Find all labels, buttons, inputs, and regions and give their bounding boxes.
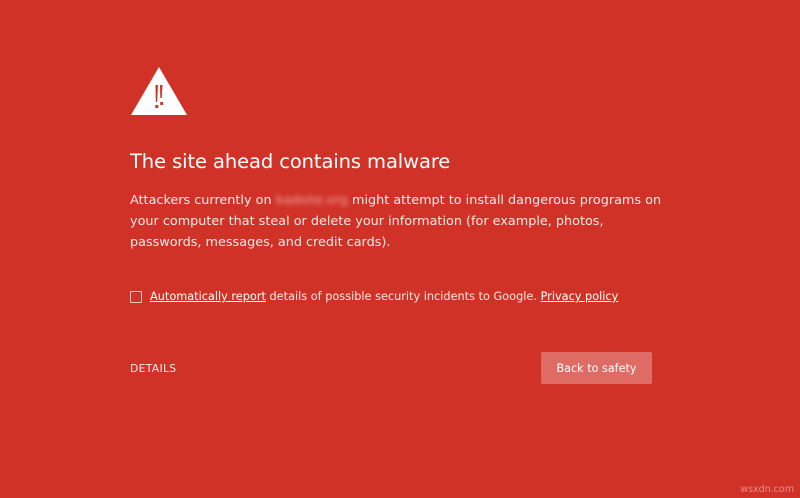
watermark: wsxdn.com: [740, 484, 794, 495]
automatically-report-link[interactable]: Automatically report: [150, 289, 266, 305]
privacy-policy-link[interactable]: Privacy policy: [541, 289, 619, 305]
blurred-domain: badsite.org: [275, 193, 348, 208]
report-text: details of possible security incidents t…: [269, 290, 537, 303]
warning-description: Attackers currently on badsite.org might…: [130, 190, 670, 253]
details-link[interactable]: DETAILS: [130, 362, 176, 375]
description-prefix: Attackers currently on: [130, 193, 272, 208]
report-row: Automatically report details of possible…: [130, 289, 618, 305]
page-title: The site ahead contains malware: [130, 150, 451, 173]
report-checkbox[interactable]: [130, 291, 142, 303]
back-to-safety-button[interactable]: Back to safety: [541, 352, 652, 384]
warning-triangle-icon: [130, 66, 188, 116]
